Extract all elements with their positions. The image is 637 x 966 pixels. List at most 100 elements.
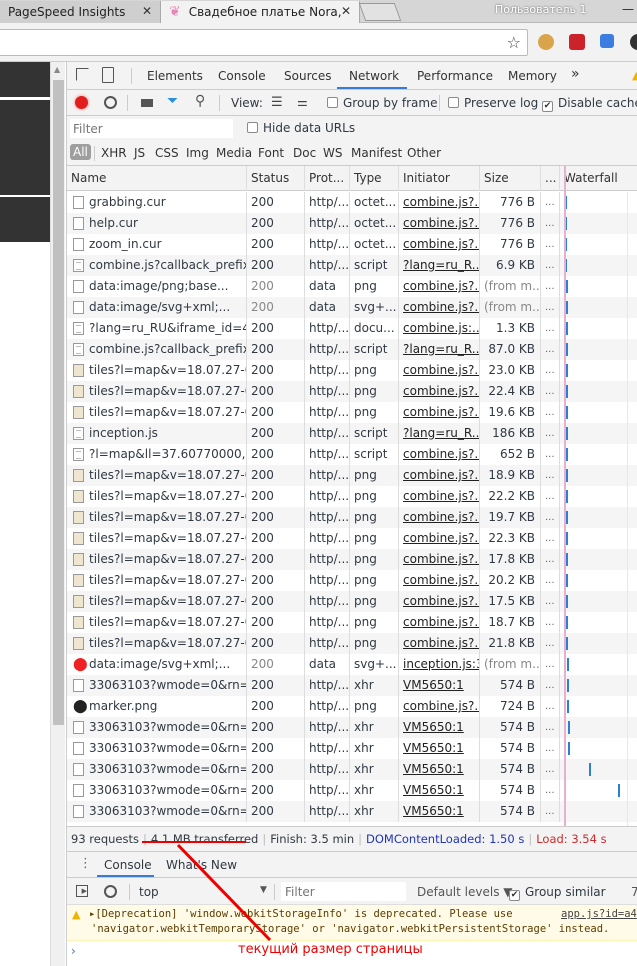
request-initiator-link[interactable]: combine.js?...	[399, 444, 480, 465]
request-name[interactable]: data:image/svg+xml;...	[67, 297, 247, 318]
column-header-protocol[interactable]: Prot...	[305, 166, 350, 191]
request-row[interactable]: ⬤ marker.png 200 http/... png combine.js?... 7…	[67, 696, 637, 717]
record-icon[interactable]	[75, 96, 88, 109]
search-icon[interactable]: ⚲	[195, 93, 205, 109]
drawer-menu-icon[interactable]: ⋮	[79, 856, 92, 871]
column-header-status[interactable]: Status	[247, 166, 305, 191]
request-name[interactable]: tiles?l=map&v=18.07.27-0...	[67, 465, 247, 486]
request-initiator-link[interactable]: combine.js?...	[399, 297, 480, 318]
console-filter-input[interactable]	[281, 882, 406, 901]
clear-icon[interactable]	[104, 96, 117, 109]
preserve-log-toggle[interactable]: Preserve log	[448, 96, 538, 110]
checkbox[interactable]	[448, 97, 459, 108]
profile-label[interactable]: Пользователь 1	[495, 3, 587, 16]
request-initiator-link[interactable]: VM5650:1	[399, 738, 480, 759]
request-name[interactable]: ⬤ data:image/svg+xml;...	[67, 654, 247, 675]
request-name[interactable]: tiles?l=map&v=18.07.27-0...	[67, 528, 247, 549]
cookie-extension-icon[interactable]	[538, 34, 554, 50]
request-initiator-link[interactable]: combine.js?...	[399, 276, 480, 297]
request-initiator-link[interactable]: VM5650:1	[399, 675, 480, 696]
type-filter-all[interactable]: All	[70, 144, 91, 160]
browser-tab-active[interactable]: ❦ Свадебное платье Nora, ✕	[160, 1, 360, 23]
request-row[interactable]: 33063103?wmode=0&rn=... 200 http/... xhr VM5…	[67, 780, 637, 801]
lastpass-extension-icon[interactable]	[569, 34, 585, 50]
request-initiator-link[interactable]: combine.js?...	[399, 465, 480, 486]
log-levels-dropdown[interactable]: Default levels ▼	[417, 885, 513, 899]
checkbox[interactable]	[327, 97, 338, 108]
request-row[interactable]: zoom_in.cur 200 http/... octet... combine.js…	[67, 234, 637, 255]
request-initiator-link[interactable]: combine.js?...	[399, 381, 480, 402]
tab-elements[interactable]: Elements	[147, 69, 203, 83]
tab-sources[interactable]: Sources	[284, 69, 331, 83]
device-toolbar-icon[interactable]	[102, 67, 114, 83]
request-row[interactable]: combine.js?callback_prefix... 200 http/...…	[67, 339, 637, 360]
request-initiator-link[interactable]: combine.js?...	[399, 234, 480, 255]
request-name[interactable]: combine.js?callback_prefix...	[67, 255, 247, 276]
request-row[interactable]: tiles?l=map&v=18.07.27-0... 200 http/... pn…	[67, 402, 637, 423]
request-row[interactable]: tiles?l=map&v=18.07.27-0... 200 http/... pn…	[67, 612, 637, 633]
type-filter-js[interactable]: JS	[134, 146, 145, 160]
request-name[interactable]: tiles?l=map&v=18.07.27-0...	[67, 507, 247, 528]
close-tab-icon[interactable]: ✕	[142, 4, 152, 18]
request-row[interactable]: ⬤ data:image/svg+xml;... 200 data svg+... inc…	[67, 654, 637, 675]
checkbox[interactable]	[247, 122, 258, 133]
request-name[interactable]: 33063103?wmode=0&rn=...	[67, 675, 247, 696]
drawer-tab-console[interactable]: Console	[104, 858, 152, 872]
request-name[interactable]: tiles?l=map&v=18.07.27-0...	[67, 633, 247, 654]
request-row[interactable]: tiles?l=map&v=18.07.27-0... 200 http/... pn…	[67, 528, 637, 549]
request-row[interactable]: tiles?l=map&v=18.07.27-0... 200 http/... pn…	[67, 549, 637, 570]
request-name[interactable]: 33063103?wmode=0&rn=...	[67, 759, 247, 780]
request-row[interactable]: tiles?l=map&v=18.07.27-0... 200 http/... pn…	[67, 465, 637, 486]
filter-funnel-icon[interactable]: ⏷	[167, 93, 178, 109]
request-row[interactable]: help.cur 200 http/... octet... combine.js?..…	[67, 213, 637, 234]
request-name[interactable]: ?l=map&ll=37.60770000,5...	[67, 444, 247, 465]
close-tab-icon[interactable]: ✕	[341, 4, 351, 18]
request-initiator-link[interactable]: VM5650:1	[399, 717, 480, 738]
request-row[interactable]: tiles?l=map&v=18.07.27-0... 200 http/... pn…	[67, 591, 637, 612]
request-name[interactable]: grabbing.cur	[67, 192, 247, 213]
request-row[interactable]: inception.js 200 http/... script ?lang=ru_R.…	[67, 423, 637, 444]
column-header-waterfall[interactable]: Waterfall	[560, 166, 637, 191]
request-name[interactable]: tiles?l=map&v=18.07.27-0...	[67, 591, 247, 612]
request-name[interactable]: data:image/png;base...	[67, 276, 247, 297]
request-row[interactable]: 33063103?wmode=0&rn=... 200 http/... xhr VM5…	[67, 675, 637, 696]
request-row[interactable]: 33063103?wmode=0&rn=... 200 http/... xhr VM5…	[67, 738, 637, 759]
request-name[interactable]: 33063103?wmode=0&rn=...	[67, 717, 247, 738]
warning-text-line1[interactable]: ▸[Deprecation] 'window.webkitStorageInfo…	[89, 908, 513, 920]
checkbox-checked[interactable]: ✔	[542, 101, 553, 112]
request-row[interactable]: grabbing.cur 200 http/... octet... combine.j…	[67, 192, 637, 213]
request-row[interactable]: ?l=map&ll=37.60770000,5...200http/...scr…	[67, 444, 637, 465]
request-initiator-link[interactable]: combine.js?...	[399, 528, 480, 549]
context-selector[interactable]: top	[139, 885, 159, 899]
request-row[interactable]: data:image/png;base... 200 data png combine.…	[67, 276, 637, 297]
request-initiator-link[interactable]: combine.js?...	[399, 507, 480, 528]
tab-network[interactable]: Network	[349, 69, 399, 83]
request-initiator-link[interactable]: combine.js?...	[399, 486, 480, 507]
request-initiator-link[interactable]: combine.js?...	[399, 591, 480, 612]
console-prompt[interactable]: ›	[71, 944, 76, 958]
request-name[interactable]: ?lang=ru_RU&iframe_id=4...	[67, 318, 247, 339]
type-filter-media[interactable]: Media	[216, 146, 252, 160]
request-initiator-link[interactable]: combine.js?...	[399, 402, 480, 423]
request-name[interactable]: tiles?l=map&v=18.07.27-0...	[67, 381, 247, 402]
request-name[interactable]: tiles?l=map&v=18.07.27-0...	[67, 612, 247, 633]
group-by-frame-toggle[interactable]: Group by frame	[327, 96, 437, 110]
scrollbar-thumb[interactable]	[53, 80, 64, 725]
warning-icon[interactable]: ▲	[632, 69, 637, 82]
drawer-tab-whats-new[interactable]: What's New	[166, 858, 237, 872]
request-name[interactable]: zoom_in.cur	[67, 234, 247, 255]
request-initiator-link[interactable]: combine.js?...	[399, 360, 480, 381]
browser-tab-pagespeed[interactable]: PageSpeed Insights ✕	[0, 1, 160, 23]
request-name[interactable]: tiles?l=map&v=18.07.27-0...	[67, 360, 247, 381]
new-tab-button[interactable]	[358, 3, 402, 21]
show-sidebar-icon[interactable]: ▶	[76, 885, 88, 897]
request-row[interactable]: data:image/svg+xml;... 200 data svg+... comb…	[67, 297, 637, 318]
request-row[interactable]: 33063103?wmode=0&rn=... 200 http/... xhr VM5…	[67, 759, 637, 780]
page-scrollbar[interactable]: ▲	[50, 62, 65, 966]
request-initiator-link[interactable]: ?lang=ru_R...	[399, 255, 480, 276]
request-initiator-link[interactable]: combine.js?...	[399, 213, 480, 234]
request-initiator-link[interactable]: inception.js:3	[399, 654, 480, 675]
request-name[interactable]: 33063103?wmode=0&rn=...	[67, 780, 247, 801]
extension-icon[interactable]	[630, 34, 637, 50]
request-name[interactable]: tiles?l=map&v=18.07.27-0...	[67, 402, 247, 423]
